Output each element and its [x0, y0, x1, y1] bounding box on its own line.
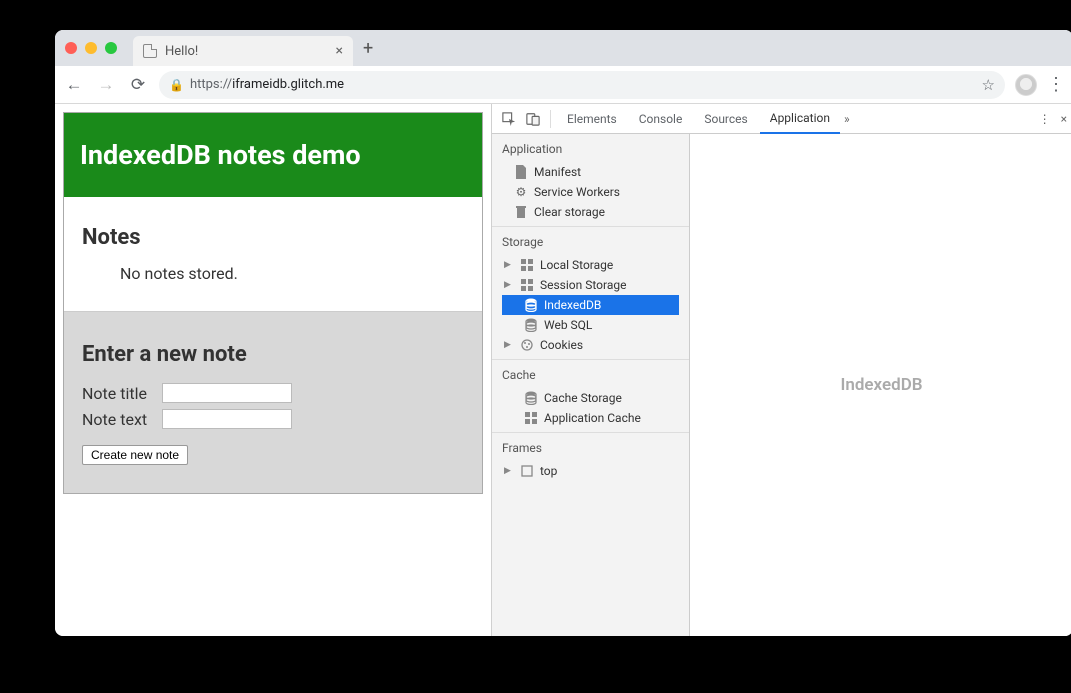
- devtools-panel: Elements Console Sources Application » ⋮…: [491, 104, 1071, 636]
- device-toolbar-icon[interactable]: [522, 112, 544, 126]
- sidebar-item-label: IndexedDB: [544, 298, 601, 312]
- demo-header: IndexedDB notes demo: [64, 113, 482, 197]
- divider: [550, 110, 551, 128]
- sidebar-item-cache-storage[interactable]: Cache Storage: [502, 388, 679, 408]
- demo-app: IndexedDB notes demo Notes No notes stor…: [63, 112, 483, 494]
- devtools-menu-icon[interactable]: ⋮: [1039, 112, 1051, 126]
- sidebar-item-label: Manifest: [534, 165, 581, 179]
- devtools-main-pane: IndexedDB: [690, 134, 1071, 636]
- gear-icon: ⚙: [514, 185, 528, 199]
- note-title-label: Note title: [82, 384, 156, 403]
- sidebar-item-label: top: [540, 464, 557, 478]
- trash-icon: [514, 205, 528, 219]
- new-tab-button[interactable]: +: [363, 38, 373, 59]
- frame-icon: [520, 464, 534, 478]
- browser-menu-button[interactable]: ⋮: [1047, 74, 1065, 95]
- sidebar-item-websql[interactable]: Web SQL: [502, 315, 679, 335]
- more-tabs-icon[interactable]: »: [844, 112, 850, 126]
- group-label: Storage: [502, 235, 679, 249]
- reload-button[interactable]: ⟳: [127, 75, 149, 95]
- browser-tab[interactable]: Hello! ×: [133, 36, 353, 66]
- database-icon: [524, 391, 538, 405]
- tab-title: Hello!: [165, 44, 198, 59]
- grid-icon: [520, 258, 534, 272]
- inspect-element-icon[interactable]: [498, 112, 520, 126]
- browser-window: Hello! × + ← → ⟳ 🔒 https://iframeidb.gli…: [55, 30, 1071, 636]
- sidebar-item-label: Clear storage: [534, 205, 605, 219]
- grid-icon: [520, 278, 534, 292]
- tab-sources[interactable]: Sources: [694, 104, 757, 134]
- database-icon: [524, 318, 538, 332]
- sidebar-item-label: Web SQL: [544, 318, 592, 332]
- profile-avatar[interactable]: [1015, 74, 1037, 96]
- group-label: Frames: [502, 441, 679, 455]
- close-tab-button[interactable]: ×: [336, 43, 343, 59]
- devtools-body: Application Manifest ⚙ Service Workers: [492, 134, 1071, 636]
- chevron-right-icon: ▶: [504, 260, 514, 270]
- chevron-right-icon: ▶: [504, 340, 514, 350]
- sidebar-item-session-storage[interactable]: ▶ Session Storage: [502, 275, 679, 295]
- group-frames: Frames ▶ top: [492, 433, 689, 485]
- minimize-window-button[interactable]: [85, 42, 97, 54]
- tab-application[interactable]: Application: [760, 104, 840, 134]
- sidebar-item-clear-storage[interactable]: Clear storage: [502, 202, 679, 222]
- note-title-input[interactable]: [162, 383, 292, 403]
- sidebar-item-manifest[interactable]: Manifest: [502, 162, 679, 182]
- back-button[interactable]: ←: [63, 75, 85, 95]
- close-window-button[interactable]: [65, 42, 77, 54]
- form-heading: Enter a new note: [82, 342, 464, 367]
- sidebar-item-local-storage[interactable]: ▶ Local Storage: [502, 255, 679, 275]
- group-application: Application Manifest ⚙ Service Workers: [492, 134, 689, 227]
- sidebar-item-service-workers[interactable]: ⚙ Service Workers: [502, 182, 679, 202]
- application-sidebar: Application Manifest ⚙ Service Workers: [492, 134, 690, 636]
- new-note-form: Enter a new note Note title Note text Cr…: [64, 311, 482, 493]
- maximize-window-button[interactable]: [105, 42, 117, 54]
- group-cache: Cache Cache Storage Application Cache: [492, 360, 689, 433]
- window-controls: [65, 42, 117, 54]
- content-area: IndexedDB notes demo Notes No notes stor…: [55, 104, 1071, 636]
- chevron-right-icon: ▶: [504, 466, 514, 476]
- database-icon: [524, 298, 538, 312]
- sidebar-item-label: Cache Storage: [544, 391, 622, 405]
- sidebar-item-label: Application Cache: [544, 411, 641, 425]
- grid-icon: [524, 411, 538, 425]
- url-text: https://iframeidb.glitch.me: [190, 77, 344, 92]
- tab-console[interactable]: Console: [629, 104, 693, 134]
- sidebar-item-app-cache[interactable]: Application Cache: [502, 408, 679, 428]
- tab-elements[interactable]: Elements: [557, 104, 627, 134]
- chevron-right-icon: ▶: [504, 280, 514, 290]
- sidebar-item-label: Cookies: [540, 338, 583, 352]
- page-icon: [143, 44, 157, 58]
- empty-message: No notes stored.: [120, 264, 464, 283]
- note-text-input[interactable]: [162, 409, 292, 429]
- sidebar-item-top-frame[interactable]: ▶ top: [502, 461, 679, 481]
- group-storage: Storage ▶ Local Storage ▶: [492, 227, 689, 360]
- lock-icon: 🔒: [169, 78, 184, 92]
- tab-strip: Hello! × +: [55, 30, 1071, 66]
- notes-heading: Notes: [82, 225, 464, 250]
- group-label: Cache: [502, 368, 679, 382]
- sidebar-item-label: Session Storage: [540, 278, 626, 292]
- group-label: Application: [502, 142, 679, 156]
- sidebar-item-cookies[interactable]: ▶ Cookies: [502, 335, 679, 355]
- note-text-label: Note text: [82, 410, 156, 429]
- sidebar-item-label: Local Storage: [540, 258, 613, 272]
- main-placeholder-text: IndexedDB: [840, 375, 922, 395]
- demo-body: Notes No notes stored.: [64, 197, 482, 283]
- forward-button[interactable]: →: [95, 75, 117, 95]
- bookmark-star-icon[interactable]: ☆: [982, 76, 995, 94]
- sidebar-item-indexeddb[interactable]: IndexedDB: [502, 295, 679, 315]
- devtools-close-icon[interactable]: ×: [1061, 112, 1067, 126]
- address-bar[interactable]: 🔒 https://iframeidb.glitch.me ☆: [159, 71, 1005, 99]
- sidebar-item-label: Service Workers: [534, 185, 620, 199]
- browser-toolbar: ← → ⟳ 🔒 https://iframeidb.glitch.me ☆ ⋮: [55, 66, 1071, 104]
- cookie-icon: [520, 338, 534, 352]
- page-viewport: IndexedDB notes demo Notes No notes stor…: [55, 104, 491, 636]
- file-icon: [514, 165, 528, 179]
- create-note-button[interactable]: Create new note: [82, 445, 188, 465]
- devtools-tabbar: Elements Console Sources Application » ⋮…: [492, 104, 1071, 134]
